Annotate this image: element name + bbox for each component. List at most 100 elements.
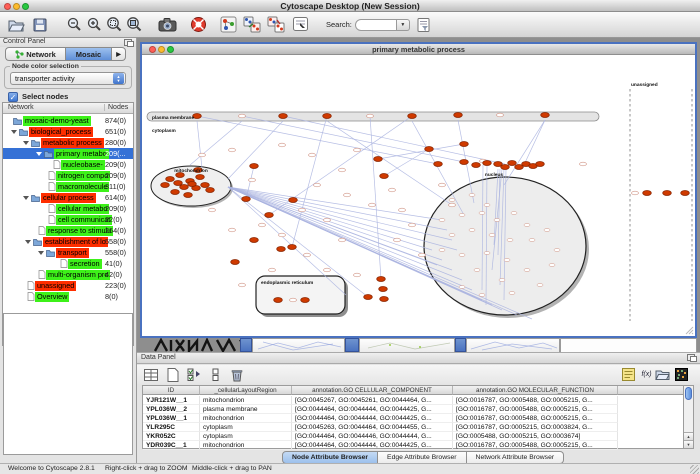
tree-row[interactable]: primary metabo209(... <box>3 148 133 159</box>
tab-mosaic[interactable]: Mosaic <box>65 47 112 61</box>
tree-row[interactable]: Overview8(0) <box>3 291 133 302</box>
tree-row[interactable]: transport558(0) <box>3 247 133 258</box>
table-column-header[interactable]: _cellularLayoutRegion <box>200 386 292 395</box>
help-lifesaver-icon[interactable] <box>188 15 208 35</box>
table-column-header[interactable]: annotation.GO CELLULAR_COMPONENT <box>292 386 453 395</box>
table-cell[interactable]: [GO:0044464, GO:0044444, GO:0044425, G..… <box>292 441 453 450</box>
table-cell[interactable]: [GO:0016787, GO:0005488, GO:0005215, G..… <box>453 396 618 405</box>
select-attributes-icon[interactable] <box>187 367 202 382</box>
table-cell[interactable]: [GO:0045263, GO:0044464, GO:0044455, G..… <box>292 423 453 432</box>
tree-row[interactable]: cellular metabo209(0) <box>3 203 133 214</box>
float-data-panel-icon[interactable] <box>687 354 695 361</box>
table-cell[interactable]: mitochondrion <box>200 396 292 405</box>
tree-row[interactable]: macromolecule311(0) <box>3 181 133 192</box>
background-window-fragment[interactable] <box>466 338 560 352</box>
import-attributes-icon[interactable] <box>655 367 670 382</box>
float-panel-icon[interactable] <box>124 39 132 46</box>
open-session-icon[interactable] <box>6 15 26 35</box>
background-window-fragment[interactable] <box>359 338 455 352</box>
tab-network[interactable]: Network <box>5 47 65 61</box>
tree-row[interactable]: cell communicat22(0) <box>3 214 133 225</box>
search-dropdown-icon[interactable]: ▼ <box>397 19 410 31</box>
table-column-header[interactable]: annotation.GO MOLECULAR_FUNCTION <box>453 386 618 395</box>
table-cell[interactable]: YLR295C <box>143 423 200 432</box>
zoom-out-icon[interactable] <box>64 15 84 35</box>
table-cell[interactable]: cytoplasm <box>200 432 292 441</box>
window-titlebar[interactable]: Cytoscape Desktop (New Session) <box>0 0 700 12</box>
tree-row[interactable]: metabolic process280(0) <box>3 137 133 148</box>
background-window-fragment[interactable] <box>560 338 697 352</box>
table-cell[interactable]: mitochondrion <box>200 414 292 423</box>
table-cell[interactable]: cytoplasm <box>200 423 292 432</box>
tree-row[interactable]: nucleobase-209(0) <box>3 159 133 170</box>
expand-arrow-icon[interactable] <box>38 251 44 255</box>
unselect-attributes-icon[interactable] <box>209 367 224 382</box>
function-builder-icon[interactable]: f(x) <box>639 367 654 382</box>
background-window-fragment[interactable] <box>252 338 345 352</box>
save-session-icon[interactable] <box>30 15 50 35</box>
tree-row[interactable]: biological_process651(0) <box>3 126 133 137</box>
import-network-files-icon[interactable] <box>266 15 286 35</box>
zoom-in-icon[interactable] <box>84 15 104 35</box>
import-annotation-icon[interactable] <box>290 15 310 35</box>
tree-row[interactable]: response to stimulu264(0) <box>3 225 133 236</box>
formula-note-icon[interactable] <box>621 367 636 382</box>
import-network-icon[interactable] <box>242 15 262 35</box>
tree-row[interactable]: establishment of lo558(0) <box>3 236 133 247</box>
table-cell[interactable]: plasma membrane <box>200 405 292 414</box>
background-window-fragment[interactable] <box>345 338 359 352</box>
delete-attribute-icon[interactable] <box>229 367 244 382</box>
scrollbar-thumb[interactable] <box>685 387 692 400</box>
table-cell[interactable]: YDR039C__1 <box>143 441 200 450</box>
table-cell[interactable]: YPL036W__2 <box>143 405 200 414</box>
tree-row[interactable]: multi-organism pro42(0) <box>3 269 133 280</box>
table-cell[interactable]: [GO:0045267, GO:0045261, GO:0044464, G..… <box>292 396 453 405</box>
attribute-grid-icon[interactable] <box>143 367 158 382</box>
tree-row[interactable]: unassigned223(0) <box>3 280 133 291</box>
table-cell[interactable]: [GO:0044464, GO:0044446, GO:0044444, G..… <box>292 432 453 441</box>
table-cell[interactable]: [GO:0016787, GO:0005488, GO:0005215, G..… <box>453 441 618 450</box>
table-cell[interactable]: [GO:0016787, GO:0005488, GO:0005215, G..… <box>453 405 618 414</box>
table-cell[interactable]: [GO:0016787, GO:0005215, GO:0003824, G..… <box>453 423 618 432</box>
canvas-resize-grip-icon[interactable] <box>686 327 693 334</box>
tree-row[interactable]: mosaic-demo-yeast874(0) <box>3 115 133 126</box>
expand-arrow-icon[interactable] <box>36 152 42 156</box>
network-window-titlebar[interactable]: primary metabolic process <box>142 44 695 55</box>
background-window-fragment[interactable] <box>240 338 252 352</box>
table-cell[interactable]: [GO:0044464, GO:0044444, GO:0044425, G..… <box>292 414 453 423</box>
table-cell[interactable]: YJR121W__1 <box>143 396 200 405</box>
expand-arrow-icon[interactable] <box>23 141 29 145</box>
tree-column-nodes[interactable]: Nodes <box>104 104 128 111</box>
window-resize-grip[interactable] <box>690 465 699 474</box>
table-cell[interactable]: YPL036W__1 <box>143 414 200 423</box>
snapshot-camera-icon[interactable] <box>158 15 178 35</box>
network-canvas[interactable]: plasma membrane cytoplasm mitochondrion … <box>142 55 695 336</box>
search-input[interactable] <box>355 19 397 31</box>
expand-arrow-icon[interactable] <box>23 196 29 200</box>
tree-column-network[interactable]: Network <box>8 104 34 111</box>
table-column-header[interactable]: ID <box>143 386 200 395</box>
tree-row[interactable]: secretion41(0) <box>3 258 133 269</box>
node-color-dropdown[interactable]: transporter activity ▲▼ <box>10 72 126 85</box>
zoom-fit-icon[interactable] <box>104 15 124 35</box>
table-cell[interactable]: [GO:0044464, GO:0044444, GO:0044425, G..… <box>292 405 453 414</box>
tab-overflow-arrow[interactable]: ▶ <box>112 47 126 61</box>
expand-arrow-icon[interactable] <box>11 130 17 134</box>
select-nodes-checkbox[interactable]: ✓ <box>8 92 18 102</box>
background-window-fragment[interactable] <box>455 338 466 352</box>
table-cell[interactable]: [GO:0005488, GO:0005215, GO:0003674] <box>453 432 618 441</box>
scroll-down-icon[interactable]: ▼ <box>684 440 693 448</box>
table-cell[interactable]: mitochondrion <box>200 441 292 450</box>
birdseye-view-panel[interactable] <box>3 313 133 455</box>
scroll-up-icon[interactable]: ▲ <box>684 432 693 440</box>
new-attribute-icon[interactable] <box>165 367 180 382</box>
table-cell[interactable]: [GO:0016787, GO:0005488, GO:0005215, G..… <box>453 414 618 423</box>
tree-row[interactable]: cellular process614(0) <box>3 192 133 203</box>
vizmapper-icon[interactable] <box>218 15 238 35</box>
tree-row[interactable]: nitrogen compo209(0) <box>3 170 133 181</box>
table-scrollbar[interactable]: ▲ ▼ <box>683 385 694 449</box>
zoom-selected-icon[interactable] <box>124 15 144 35</box>
search-options-icon[interactable] <box>414 15 434 35</box>
matrix-icon[interactable] <box>674 367 689 382</box>
table-cell[interactable]: YKR052C <box>143 432 200 441</box>
